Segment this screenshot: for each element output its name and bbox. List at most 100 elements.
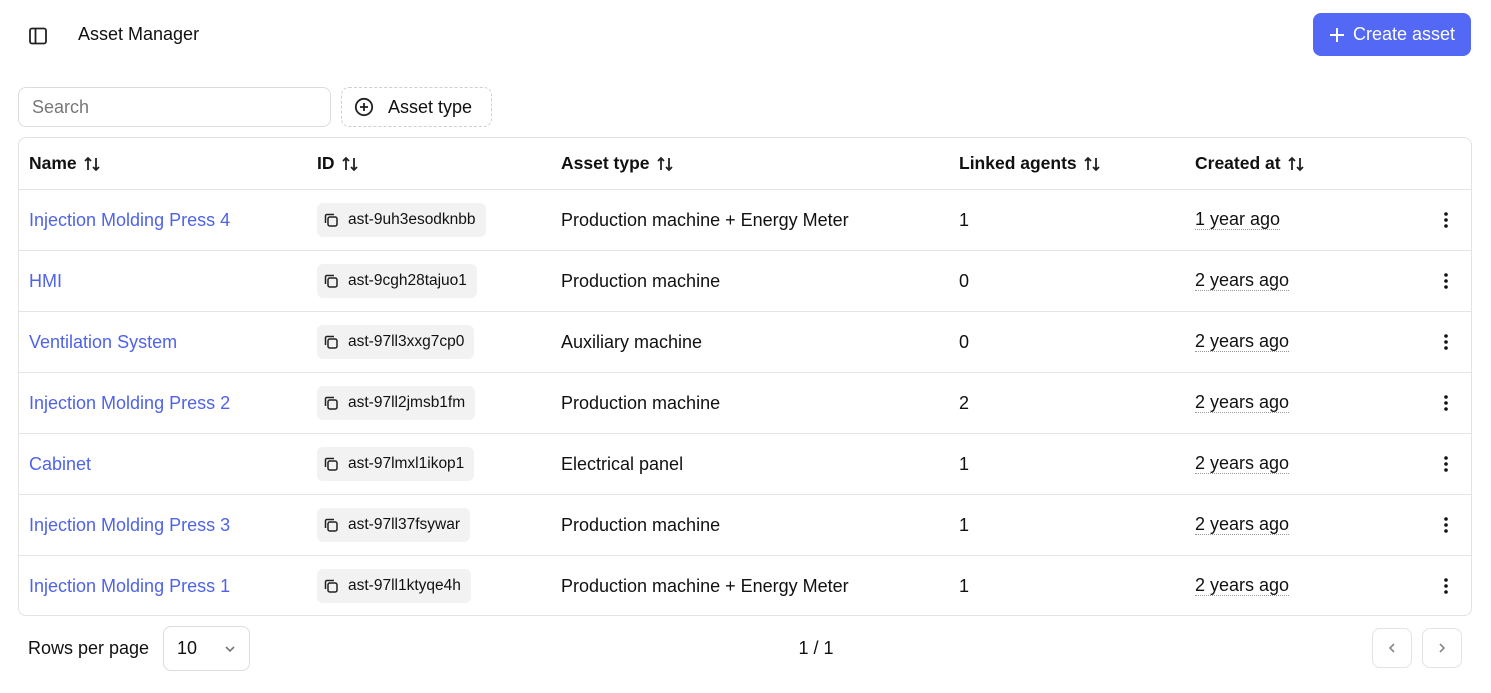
more-vertical-icon xyxy=(1444,517,1448,533)
sort-icon xyxy=(1083,156,1101,172)
asset-name-link[interactable]: Injection Molding Press 3 xyxy=(29,515,230,536)
linked-agents-count: 1 xyxy=(959,514,970,535)
more-vertical-icon xyxy=(1444,212,1448,228)
search-input[interactable] xyxy=(18,87,331,127)
linked-agents-count: 1 xyxy=(959,575,970,596)
asset-id: ast-97ll1ktyqe4h xyxy=(348,577,461,594)
created-at-value: 2 years ago xyxy=(1195,513,1290,536)
row-actions-menu[interactable] xyxy=(1436,556,1456,615)
page-info: 1 / 1 xyxy=(798,638,834,658)
more-vertical-icon xyxy=(1444,578,1448,594)
sort-icon xyxy=(656,156,674,172)
asset-type-filter-button[interactable]: Asset type xyxy=(341,87,492,127)
column-header-label: ID xyxy=(317,153,335,173)
table-row: Injection Molding Press 3 ast-97ll37fsyw… xyxy=(19,494,1471,555)
row-actions-menu[interactable] xyxy=(1436,312,1456,372)
asset-type-value: Production machine + Energy Meter xyxy=(561,209,849,230)
copy-icon xyxy=(324,457,338,471)
asset-name-link[interactable]: Injection Molding Press 2 xyxy=(29,393,230,414)
asset-name-link[interactable]: Injection Molding Press 4 xyxy=(29,210,230,231)
column-header-asset-type[interactable]: Asset type xyxy=(561,138,674,189)
more-vertical-icon xyxy=(1444,334,1448,350)
asset-id: ast-97ll37fsywar xyxy=(348,516,460,533)
asset-name-link[interactable]: HMI xyxy=(29,271,62,292)
asset-id-copy-chip[interactable]: ast-9uh3esodknbb xyxy=(317,203,486,237)
asset-id-copy-chip[interactable]: ast-97lmxl1ikop1 xyxy=(317,447,475,481)
copy-icon xyxy=(324,518,338,532)
created-at-value: 2 years ago xyxy=(1195,330,1290,353)
asset-id: ast-97ll3xxg7cp0 xyxy=(348,333,465,350)
table-body: Injection Molding Press 4 ast-9uh3esodkn… xyxy=(19,189,1471,615)
table-row: Cabinet ast-97lmxl1ikop1 Electrical pane… xyxy=(19,433,1471,494)
asset-type-filter-label: Asset type xyxy=(388,96,473,117)
asset-type-value: Production machine xyxy=(561,514,721,535)
create-asset-button[interactable]: Create asset xyxy=(1313,13,1471,56)
created-at-value: 2 years ago xyxy=(1195,574,1290,597)
created-at-value: 1 year ago xyxy=(1195,208,1281,231)
table-row: Injection Molding Press 4 ast-9uh3esodkn… xyxy=(19,189,1471,250)
rows-per-page-value: 10 xyxy=(177,638,198,658)
asset-type-value: Electrical panel xyxy=(561,453,684,474)
copy-icon xyxy=(324,274,338,288)
column-header-linked-agents[interactable]: Linked agents xyxy=(959,138,1101,189)
asset-name-link[interactable]: Ventilation System xyxy=(29,332,177,353)
create-asset-label: Create asset xyxy=(1352,24,1456,44)
sort-icon xyxy=(1287,156,1305,172)
row-actions-menu[interactable] xyxy=(1436,434,1456,494)
rows-per-page-label: Rows per page xyxy=(28,638,150,658)
more-vertical-icon xyxy=(1444,273,1448,289)
chevron-right-icon xyxy=(1439,643,1446,653)
column-header-label: Created at xyxy=(1195,153,1281,173)
linked-agents-count: 2 xyxy=(959,392,970,413)
row-actions-menu[interactable] xyxy=(1436,251,1456,311)
sort-icon xyxy=(341,156,359,172)
column-header-label: Linked agents xyxy=(959,153,1077,173)
created-at-value: 2 years ago xyxy=(1195,391,1290,414)
copy-icon xyxy=(324,396,338,410)
asset-id-copy-chip[interactable]: ast-9cgh28tajuo1 xyxy=(317,264,477,298)
column-header-name[interactable]: Name xyxy=(29,138,101,189)
asset-type-value: Production machine + Energy Meter xyxy=(561,575,849,596)
assets-table: Name ID Asset type Linked agents Created… xyxy=(18,137,1472,616)
asset-id: ast-97ll2jmsb1fm xyxy=(348,394,466,411)
copy-icon xyxy=(324,579,338,593)
asset-id: ast-97lmxl1ikop1 xyxy=(348,455,465,472)
asset-id-copy-chip[interactable]: ast-97ll37fsywar xyxy=(317,508,470,542)
asset-name-link[interactable]: Injection Molding Press 1 xyxy=(29,576,230,597)
page-title: Asset Manager xyxy=(78,24,200,44)
chevron-down-icon xyxy=(225,645,235,652)
chevron-left-icon xyxy=(1388,643,1395,653)
row-actions-menu[interactable] xyxy=(1436,190,1456,250)
top-bar: Asset Manager Create asset xyxy=(0,0,1491,70)
asset-id: ast-9cgh28tajuo1 xyxy=(348,272,467,289)
row-actions-menu[interactable] xyxy=(1436,373,1456,433)
previous-page-button[interactable] xyxy=(1372,628,1412,668)
table-header-row: Name ID Asset type Linked agents Created… xyxy=(19,138,1471,189)
asset-type-value: Auxiliary machine xyxy=(561,331,703,352)
asset-type-value: Production machine xyxy=(561,392,721,413)
copy-icon xyxy=(324,335,338,349)
plus-icon xyxy=(1329,27,1344,42)
column-header-created-at[interactable]: Created at xyxy=(1195,138,1305,189)
copy-icon xyxy=(324,213,338,227)
linked-agents-count: 0 xyxy=(959,270,970,291)
asset-id-copy-chip[interactable]: ast-97ll2jmsb1fm xyxy=(317,386,476,420)
asset-type-value: Production machine xyxy=(561,270,721,291)
more-vertical-icon xyxy=(1444,395,1448,411)
column-header-label: Name xyxy=(29,153,77,173)
asset-name-link[interactable]: Cabinet xyxy=(29,454,91,475)
asset-id-copy-chip[interactable]: ast-97ll3xxg7cp0 xyxy=(317,325,475,359)
table-row: Injection Molding Press 2 ast-97ll2jmsb1… xyxy=(19,372,1471,433)
more-vertical-icon xyxy=(1444,456,1448,472)
created-at-value: 2 years ago xyxy=(1195,452,1290,475)
linked-agents-count: 1 xyxy=(959,453,970,474)
created-at-value: 2 years ago xyxy=(1195,269,1290,292)
next-page-button[interactable] xyxy=(1422,628,1462,668)
asset-id-copy-chip[interactable]: ast-97ll1ktyqe4h xyxy=(317,569,471,603)
rows-per-page-select[interactable]: 10 xyxy=(163,626,250,671)
sidebar-toggle-icon[interactable] xyxy=(24,22,52,50)
table-row: Ventilation System ast-97ll3xxg7cp0 Auxi… xyxy=(19,311,1471,372)
row-actions-menu[interactable] xyxy=(1436,495,1456,555)
table-row: Injection Molding Press 1 ast-97ll1ktyqe… xyxy=(19,555,1471,615)
column-header-id[interactable]: ID xyxy=(317,138,359,189)
